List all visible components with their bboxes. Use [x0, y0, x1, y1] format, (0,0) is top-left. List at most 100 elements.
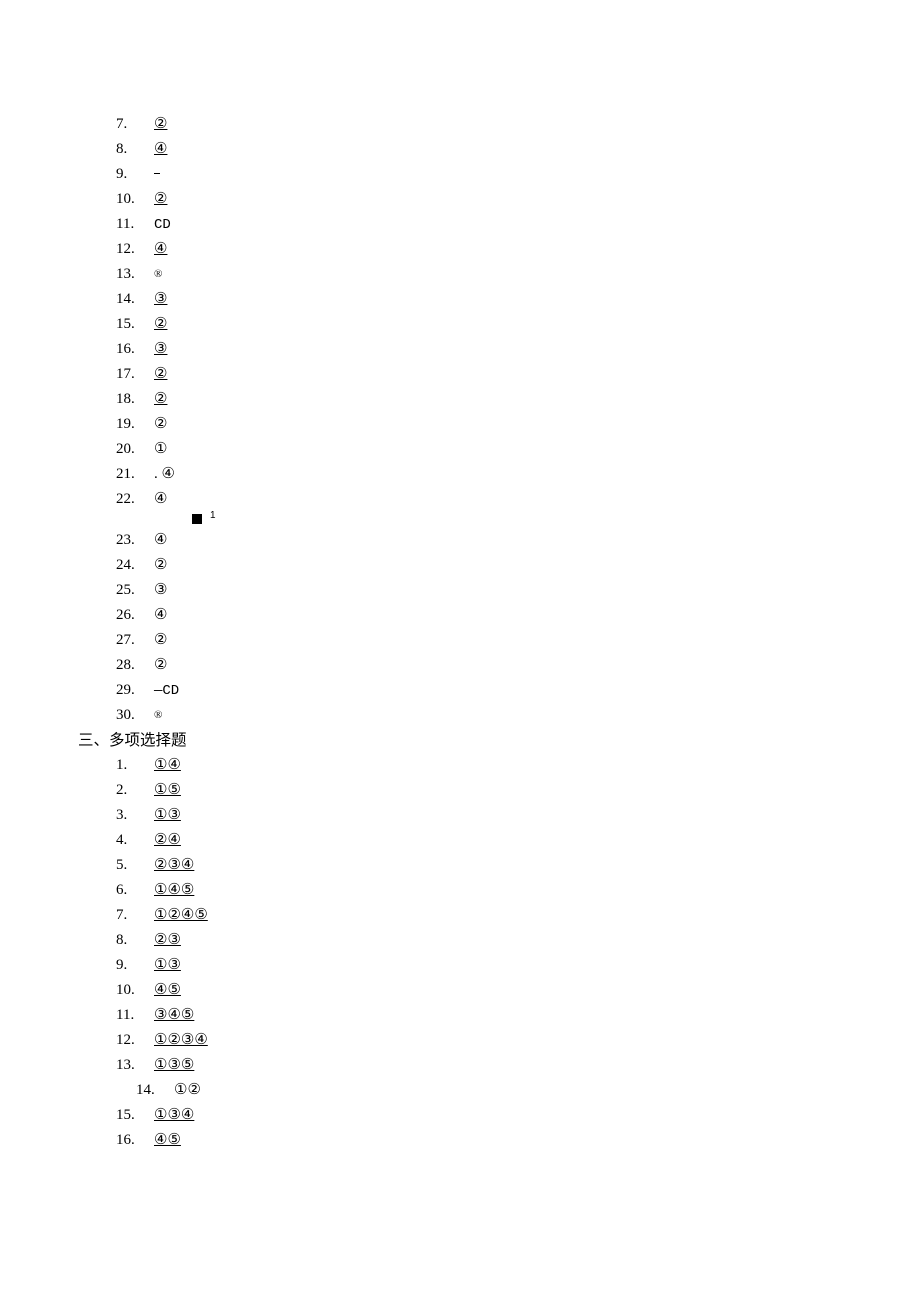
item-answer: ④⑤ — [154, 1128, 181, 1153]
item-number: 19. — [116, 412, 154, 437]
item-answer: ② — [154, 362, 167, 387]
section-3-list: 1.①④2.①⑤3.①③4.②④5.②③④6.①④⑤7.①②④⑤8.②③9.①③… — [78, 753, 920, 1153]
section-2-list-b: 23.④24.②25.③26.④27.②28.②29.—CD30.® — [78, 528, 920, 728]
item-number: 27. — [116, 628, 154, 653]
answer-row: 16.③ — [116, 337, 920, 362]
answer-row: 9.①③ — [116, 953, 920, 978]
item-answer: ②③ — [154, 928, 181, 953]
answer-row: 24.② — [116, 553, 920, 578]
item-answer — [154, 162, 160, 187]
answer-row: 14.③ — [116, 287, 920, 312]
answer-row: 12.①②③④ — [116, 1028, 920, 1053]
answer-row: 14.①② — [116, 1078, 920, 1103]
item-number: 7. — [116, 903, 154, 928]
answer-row: 6.①④⑤ — [116, 878, 920, 903]
answer-row: 15.② — [116, 312, 920, 337]
item-number: 13. — [116, 262, 154, 287]
item-answer: ® — [154, 262, 162, 287]
item-answer: ② — [154, 653, 167, 678]
item-answer: ② — [154, 553, 167, 578]
item-answer: ④ — [154, 137, 167, 162]
answer-row: 4.②④ — [116, 828, 920, 853]
item-answer: CD — [154, 213, 171, 238]
item-number: 13. — [116, 1053, 154, 1078]
answer-row: 11.③④⑤ — [116, 1003, 920, 1028]
item-answer: ② — [154, 628, 167, 653]
answer-row: 27.② — [116, 628, 920, 653]
answer-row: 13.® — [116, 262, 920, 287]
item-answer: ② — [154, 387, 167, 412]
answer-row: 29.—CD — [116, 678, 920, 703]
answer-row: 25.③ — [116, 578, 920, 603]
item-number: 14. — [136, 1078, 174, 1103]
item-number: 18. — [116, 387, 154, 412]
item-answer: ②③④ — [154, 853, 194, 878]
item-number: 15. — [116, 312, 154, 337]
answer-row: 20.① — [116, 437, 920, 462]
item-number: 9. — [116, 162, 154, 187]
item-answer: ①②④⑤ — [154, 903, 208, 928]
item-answer: ® — [154, 703, 162, 728]
item-number: 9. — [116, 953, 154, 978]
item-answer: ①②③④ — [154, 1028, 208, 1053]
answer-row: 15.①③④ — [116, 1103, 920, 1128]
item-answer: ④ — [154, 528, 167, 553]
answer-row: 16.④⑤ — [116, 1128, 920, 1153]
answer-row: 7.①②④⑤ — [116, 903, 920, 928]
item-number: 3. — [116, 803, 154, 828]
answer-row: 8.②③ — [116, 928, 920, 953]
item-answer: ①③④ — [154, 1103, 194, 1128]
section-3-heading: 三、多项选择题 — [78, 728, 920, 753]
item-number: 16. — [116, 1128, 154, 1153]
item-answer: —CD — [154, 679, 179, 704]
item-answer: ③④⑤ — [154, 1003, 194, 1028]
item-answer: ② — [154, 187, 167, 212]
item-number: 30. — [116, 703, 154, 728]
item-answer: ①③⑤ — [154, 1053, 194, 1078]
item-number: 8. — [116, 928, 154, 953]
item-number: 20. — [116, 437, 154, 462]
item-answer: ③ — [154, 578, 167, 603]
answer-row: 3.①③ — [116, 803, 920, 828]
answer-row: 21.. ④ — [116, 462, 920, 487]
answer-row: 2.①⑤ — [116, 778, 920, 803]
item-answer: ② — [154, 412, 167, 437]
answer-row: 30.® — [116, 703, 920, 728]
item-answer: ①③ — [154, 953, 181, 978]
item-number: 6. — [116, 878, 154, 903]
answer-row: 22.④ — [116, 487, 920, 512]
item-number: 5. — [116, 853, 154, 878]
item-number: 24. — [116, 553, 154, 578]
item-number: 1. — [116, 753, 154, 778]
answer-row: 10.④⑤ — [116, 978, 920, 1003]
answer-row: 13.①③⑤ — [116, 1053, 920, 1078]
document-page: 7.②8.④9.10.②11.CD12.④13.®14.③15.②16.③17.… — [0, 0, 920, 1153]
answer-row: 18.② — [116, 387, 920, 412]
item-number: 4. — [116, 828, 154, 853]
answer-row: 23.④ — [116, 528, 920, 553]
item-answer: ④ — [154, 603, 167, 628]
answer-row: 12.④ — [116, 237, 920, 262]
answer-row: 11.CD — [116, 212, 920, 237]
item-number: 7. — [116, 112, 154, 137]
answer-row: 8.④ — [116, 137, 920, 162]
item-answer: ①⑤ — [154, 778, 181, 803]
answer-row: 17.② — [116, 362, 920, 387]
black-square-marker — [192, 514, 202, 524]
item-answer: ② — [154, 312, 167, 337]
item-answer: ①④ — [154, 753, 181, 778]
answer-row: 7.② — [116, 112, 920, 137]
item-number: 29. — [116, 678, 154, 703]
item-answer: ①② — [174, 1078, 201, 1103]
item-answer: ③ — [154, 287, 167, 312]
item-number: 12. — [116, 1028, 154, 1053]
item-answer: ① — [154, 437, 167, 462]
item-number: 21. — [116, 462, 154, 487]
item-answer: ④⑤ — [154, 978, 181, 1003]
answer-row: 1.①④ — [116, 753, 920, 778]
item-number: 14. — [116, 287, 154, 312]
item-answer: ③ — [154, 337, 167, 362]
item-number: 17. — [116, 362, 154, 387]
item-answer: ②④ — [154, 828, 181, 853]
item-number: 15. — [116, 1103, 154, 1128]
